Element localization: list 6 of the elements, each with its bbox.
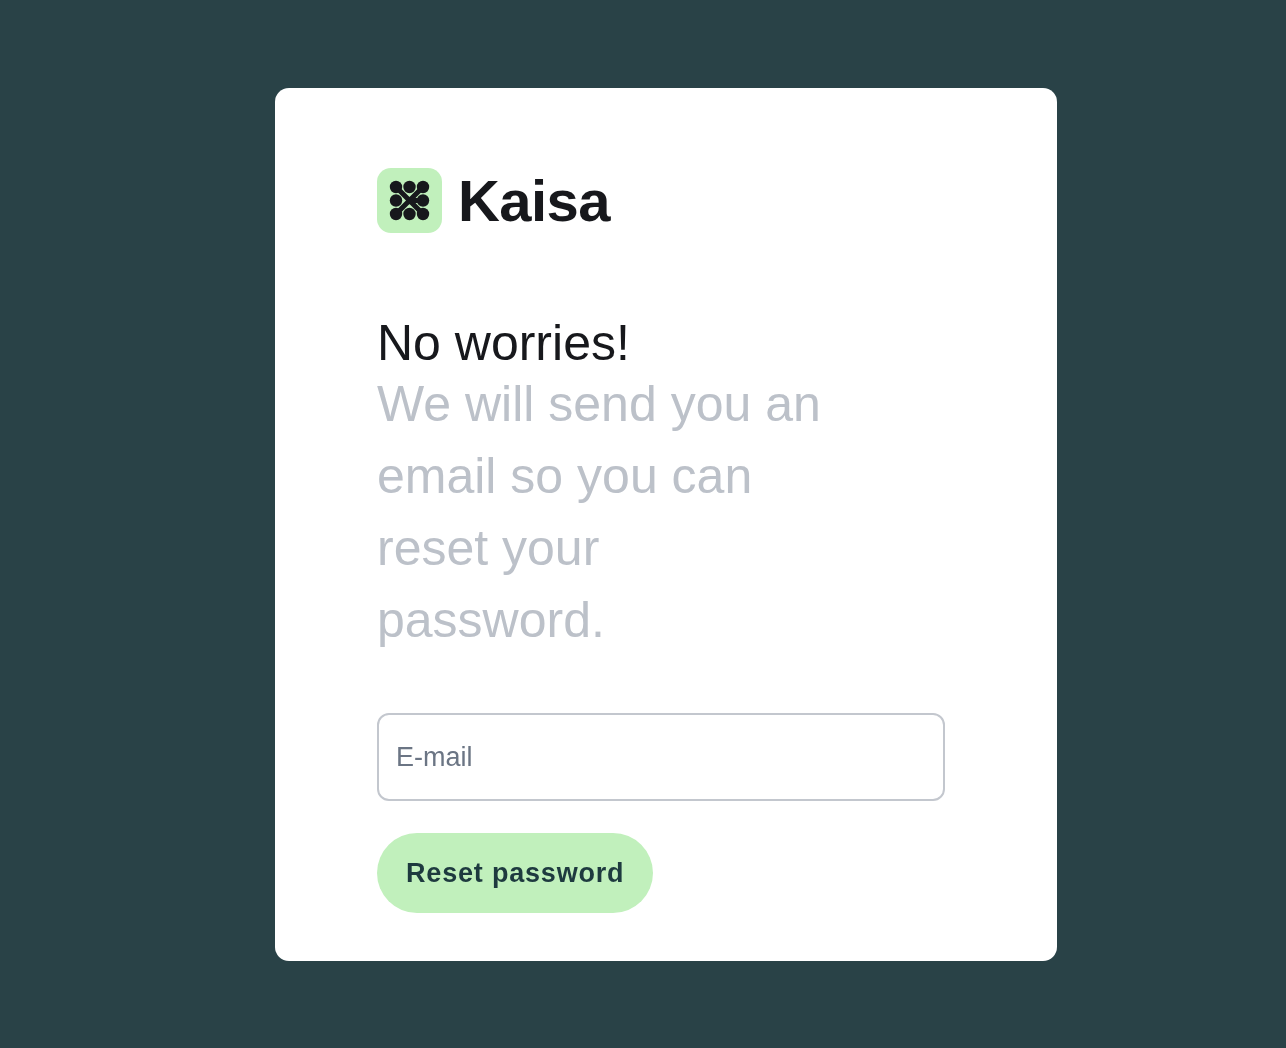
logo-icon [377, 168, 442, 233]
subtitle: We will send you an email so you can reset your password. [377, 375, 822, 650]
reset-password-button[interactable]: Reset password [377, 833, 654, 913]
logo-wordmark: Kaisa [458, 171, 610, 230]
email-field[interactable]: E-mail [377, 713, 945, 801]
heading: No worries! [377, 318, 630, 368]
